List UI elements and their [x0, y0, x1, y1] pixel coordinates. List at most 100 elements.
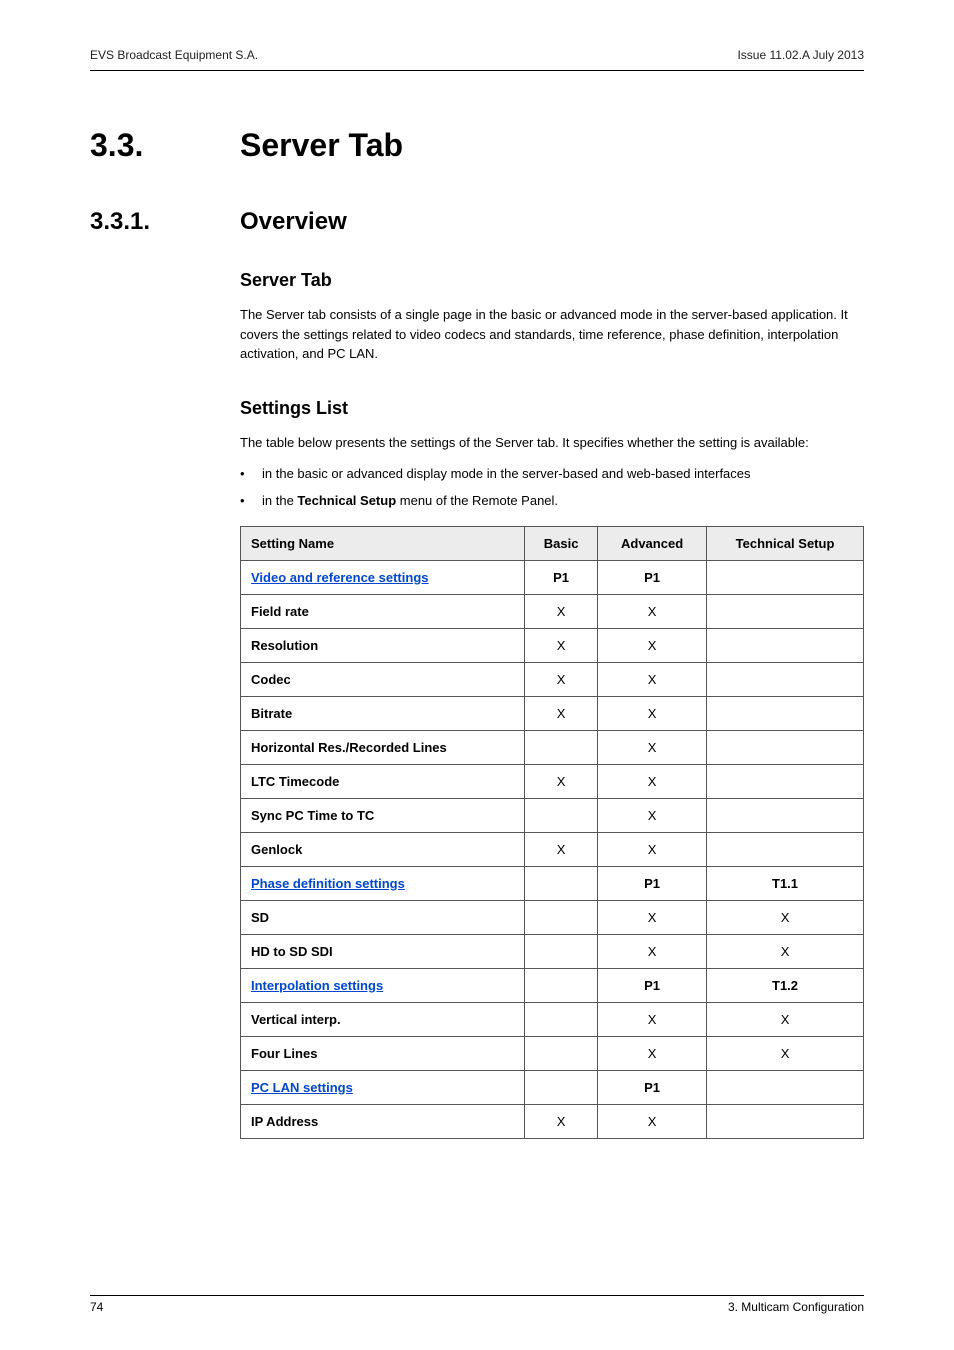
table-header-cell: Advanced — [598, 526, 707, 560]
table-header-cell: Setting Name — [241, 526, 525, 560]
heading-2: 3.3.1. Overview — [90, 208, 864, 236]
list-item: • in the basic or advanced display mode … — [240, 464, 864, 485]
table-cell[interactable]: Video and reference settings — [241, 560, 525, 594]
settings-table: Setting Name Basic Advanced Technical Se… — [240, 526, 864, 1139]
table-cell: P1 — [598, 1070, 707, 1104]
table-row: Horizontal Res./Recorded Lines X — [241, 730, 864, 764]
footer-section: 3. Multicam Configuration — [728, 1300, 864, 1314]
table-cell: P1 — [598, 968, 707, 1002]
table-cell: P1 — [598, 560, 707, 594]
heading-2-title: Overview — [240, 208, 347, 236]
table-cell — [707, 560, 864, 594]
table-cell: X — [598, 1002, 707, 1036]
table-cell — [525, 866, 598, 900]
footer-page-number: 74 — [90, 1300, 103, 1314]
table-row: IP AddressXX — [241, 1104, 864, 1138]
table-row: Interpolation settingsP1T1.2 — [241, 968, 864, 1002]
table-cell: X — [598, 900, 707, 934]
table-cell: Field rate — [241, 594, 525, 628]
table-cell — [525, 1036, 598, 1070]
table-cell[interactable]: PC LAN settings — [241, 1070, 525, 1104]
list-item: • in the Technical Setup menu of the Rem… — [240, 491, 864, 512]
table-cell: Genlock — [241, 832, 525, 866]
table-cell — [525, 1070, 598, 1104]
table-cell: X — [525, 696, 598, 730]
table-header-row: Setting Name Basic Advanced Technical Se… — [241, 526, 864, 560]
table-cell: X — [707, 900, 864, 934]
table-cell: Four Lines — [241, 1036, 525, 1070]
table-row: GenlockXX — [241, 832, 864, 866]
table-cell — [707, 594, 864, 628]
page-header: EVS Broadcast Equipment S.A. Issue 11.02… — [90, 48, 864, 68]
table-cell: X — [598, 764, 707, 798]
table-cell: X — [598, 628, 707, 662]
table-row: ResolutionXX — [241, 628, 864, 662]
header-rule — [90, 70, 864, 71]
footer-rule — [90, 1295, 864, 1296]
table-row: Phase definition settingsP1T1.1 — [241, 866, 864, 900]
table-cell: IP Address — [241, 1104, 525, 1138]
list-item-text: in the basic or advanced display mode in… — [262, 464, 751, 485]
table-cell: X — [525, 832, 598, 866]
table-cell — [707, 832, 864, 866]
table-cell: X — [598, 696, 707, 730]
bullet-list: • in the basic or advanced display mode … — [240, 464, 864, 512]
table-header-cell: Technical Setup — [707, 526, 864, 560]
table-cell: X — [598, 662, 707, 696]
table-cell: X — [598, 1104, 707, 1138]
table-row: Sync PC Time to TCX — [241, 798, 864, 832]
table-row: PC LAN settings P1 — [241, 1070, 864, 1104]
table-row: Video and reference settingsP1P1 — [241, 560, 864, 594]
heading-3-settings-list: Settings List — [240, 398, 864, 419]
table-cell — [525, 900, 598, 934]
table-cell — [525, 968, 598, 1002]
table-cell: Codec — [241, 662, 525, 696]
table-cell: P1 — [525, 560, 598, 594]
table-cell: X — [525, 764, 598, 798]
table-cell — [707, 1104, 864, 1138]
header-left: EVS Broadcast Equipment S.A. — [90, 48, 258, 62]
bullet-icon: • — [240, 464, 262, 485]
table-cell — [525, 798, 598, 832]
table-cell: X — [598, 594, 707, 628]
table-row: BitrateXX — [241, 696, 864, 730]
table-cell: LTC Timecode — [241, 764, 525, 798]
table-cell: X — [707, 1002, 864, 1036]
table-cell — [525, 730, 598, 764]
table-cell: X — [598, 1036, 707, 1070]
table-cell: X — [525, 662, 598, 696]
table-cell: X — [707, 934, 864, 968]
table-cell: X — [525, 1104, 598, 1138]
table-cell: X — [598, 832, 707, 866]
table-cell — [707, 764, 864, 798]
table-header-cell: Basic — [525, 526, 598, 560]
table-cell: X — [598, 730, 707, 764]
table-row: LTC TimecodeXX — [241, 764, 864, 798]
table-cell: SD — [241, 900, 525, 934]
table-row: Vertical interp. XX — [241, 1002, 864, 1036]
table-cell: P1 — [598, 866, 707, 900]
bullet-icon: • — [240, 491, 262, 512]
table-cell: Vertical interp. — [241, 1002, 525, 1036]
table-cell: Resolution — [241, 628, 525, 662]
header-right: Issue 11.02.A July 2013 — [737, 48, 864, 62]
table-cell: Horizontal Res./Recorded Lines — [241, 730, 525, 764]
table-cell — [707, 662, 864, 696]
table-cell — [707, 1070, 864, 1104]
heading-1: 3.3. Server Tab — [90, 127, 864, 164]
heading-1-title: Server Tab — [240, 127, 403, 164]
table-cell[interactable]: Phase definition settings — [241, 866, 525, 900]
paragraph-server-tab: The Server tab consists of a single page… — [240, 305, 864, 364]
heading-2-number: 3.3.1. — [90, 208, 240, 236]
table-row: SD XX — [241, 900, 864, 934]
table-cell: Sync PC Time to TC — [241, 798, 525, 832]
heading-1-number: 3.3. — [90, 127, 240, 164]
table-cell — [707, 628, 864, 662]
paragraph-settings-list: The table below presents the settings of… — [240, 433, 864, 453]
page-footer: 74 3. Multicam Configuration — [90, 1295, 864, 1314]
table-cell[interactable]: Interpolation settings — [241, 968, 525, 1002]
table-cell: X — [525, 594, 598, 628]
table-cell — [525, 934, 598, 968]
table-cell: X — [707, 1036, 864, 1070]
table-row: HD to SD SDIXX — [241, 934, 864, 968]
